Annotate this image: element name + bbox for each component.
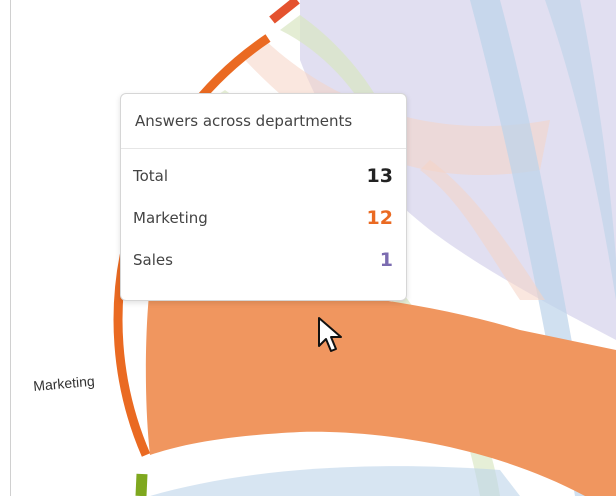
tooltip-row-label: Marketing <box>133 209 208 227</box>
tooltip-row-value: 13 <box>366 165 393 187</box>
chord-chart-viewport: Marketing Answers across departments Tot… <box>0 0 616 496</box>
tooltip-row-marketing: Marketing 12 <box>121 197 406 239</box>
top-red-arc[interactable] <box>269 0 300 24</box>
tooltip-row-label: Sales <box>133 251 173 269</box>
tooltip-row-total: Total 13 <box>121 155 406 197</box>
tooltip-row-value: 12 <box>366 207 393 229</box>
tooltip-title: Answers across departments <box>121 94 406 149</box>
chart-tooltip: Answers across departments Total 13 Mark… <box>120 93 407 301</box>
mouse-pointer-icon <box>318 317 342 352</box>
blue-ribbon-bottom[interactable] <box>150 466 520 496</box>
tooltip-row-label: Total <box>133 167 169 185</box>
tooltip-row-value: 1 <box>379 249 393 271</box>
tooltip-row-sales: Sales 1 <box>121 239 406 281</box>
green-arc[interactable] <box>135 473 148 496</box>
